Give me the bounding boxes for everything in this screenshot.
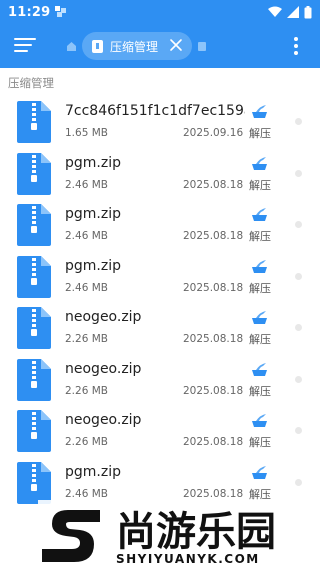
file-date: 2025.08.18 (183, 436, 244, 448)
extract-button[interactable]: 解压 (249, 177, 271, 193)
watermark-url: SHYIYUANYK.COM (116, 552, 260, 566)
extract-button[interactable]: 解压 (249, 486, 271, 502)
status-dot (295, 221, 302, 228)
status-icons (268, 5, 312, 19)
list-item[interactable]: pgm.zip 2.46 MB 2025.08.18 解压 (0, 251, 320, 303)
extract-icon[interactable] (251, 156, 268, 172)
extract-icon[interactable] (251, 465, 268, 481)
home-icon[interactable] (67, 42, 76, 51)
close-icon[interactable] (169, 38, 183, 52)
file-date: 2025.09.16 (183, 127, 244, 139)
zip-file-icon (17, 307, 51, 349)
file-name: 7cc846f151f1c1df7ec159a... (65, 103, 245, 119)
extract-button[interactable]: 解压 (249, 280, 271, 296)
status-dot (295, 478, 302, 486)
extract-icon[interactable] (251, 310, 268, 326)
zip-file-icon (17, 461, 51, 504)
more-vert-icon[interactable] (290, 36, 302, 56)
status-dot (295, 324, 302, 331)
status-dot (295, 272, 302, 280)
file-name: neogeo.zip (65, 412, 142, 428)
list-item[interactable]: 7cc846f151f1c1df7ec159a... 1.65 MB 2025.… (0, 96, 320, 148)
status-dot (295, 169, 302, 177)
file-size: 2.26 MB (65, 384, 108, 397)
file-list: 7cc846f151f1c1df7ec159a... 1.65 MB 2025.… (0, 96, 320, 508)
extract-button[interactable]: 解压 (249, 434, 271, 450)
extract-icon[interactable] (251, 104, 268, 120)
file-size: 2.46 MB (65, 230, 108, 242)
status-dot (295, 118, 302, 125)
file-size: 1.65 MB (65, 127, 108, 139)
zip-file-icon (17, 204, 51, 246)
file-size: 2.26 MB (65, 436, 108, 448)
file-name: neogeo.zip (65, 360, 142, 377)
file-name: pgm.zip (65, 154, 121, 171)
extract-button[interactable]: 解压 (249, 228, 271, 244)
watermark-logo: 尚游乐园 SHYIYUANYK.COM (38, 500, 320, 569)
file-name: pgm.zip (65, 463, 121, 480)
menu-icon[interactable] (14, 36, 36, 54)
file-name: pgm.zip (65, 206, 121, 222)
file-name: pgm.zip (65, 257, 121, 274)
file-size: 2.46 MB (65, 178, 108, 191)
zip-file-icon (17, 410, 51, 452)
extract-button[interactable]: 解压 (249, 383, 271, 399)
zip-file-icon (17, 101, 51, 143)
list-item[interactable]: neogeo.zip 2.26 MB 2025.08.18 解压 (0, 405, 320, 457)
list-item[interactable]: pgm.zip 2.46 MB 2025.08.18 解压 (0, 457, 320, 509)
tab-title: 压缩管理 (110, 39, 159, 54)
watermark-brand: 尚游乐园 (116, 509, 276, 555)
extract-icon[interactable] (251, 413, 268, 429)
status-bar: 11:29 (0, 0, 320, 24)
toolbar: 压缩管理 (0, 24, 320, 68)
extract-icon[interactable] (251, 259, 268, 275)
extract-icon[interactable] (251, 362, 268, 378)
file-date: 2025.08.18 (183, 384, 244, 397)
tab-compress-manager[interactable]: 压缩管理 (82, 32, 192, 60)
wifi-icon (268, 6, 282, 17)
signal-icon (287, 6, 299, 18)
list-item[interactable]: neogeo.zip 2.26 MB 2025.08.18 解压 (0, 354, 320, 406)
file-date: 2025.08.18 (183, 333, 244, 345)
extract-button[interactable]: 解压 (249, 331, 271, 347)
file-size: 2.46 MB (65, 487, 108, 500)
bookmark-icon[interactable] (198, 42, 206, 51)
battery-icon (304, 5, 312, 18)
list-item[interactable]: neogeo.zip 2.26 MB 2025.08.18 解压 (0, 302, 320, 354)
file-date: 2025.08.18 (183, 230, 244, 242)
zip-file-icon (17, 358, 51, 401)
zip-file-icon (17, 255, 51, 298)
file-date: 2025.08.18 (183, 487, 244, 500)
zip-file-icon (17, 152, 51, 195)
file-size: 2.26 MB (65, 333, 108, 345)
file-date: 2025.08.18 (183, 178, 244, 191)
extract-icon[interactable] (251, 207, 268, 223)
file-date: 2025.08.18 (183, 281, 244, 294)
status-time: 11:29 (8, 4, 51, 20)
file-name: neogeo.zip (65, 309, 142, 325)
file-size: 2.46 MB (65, 281, 108, 294)
status-dot (295, 427, 302, 434)
section-title: 压缩管理 (0, 70, 320, 96)
document-icon (92, 39, 103, 53)
app-notification-icon (55, 6, 67, 17)
status-dot (295, 375, 302, 383)
list-item[interactable]: pgm.zip 2.46 MB 2025.08.18 解压 (0, 148, 320, 200)
extract-button[interactable]: 解压 (249, 125, 271, 141)
list-item[interactable]: pgm.zip 2.46 MB 2025.08.18 解压 (0, 199, 320, 251)
